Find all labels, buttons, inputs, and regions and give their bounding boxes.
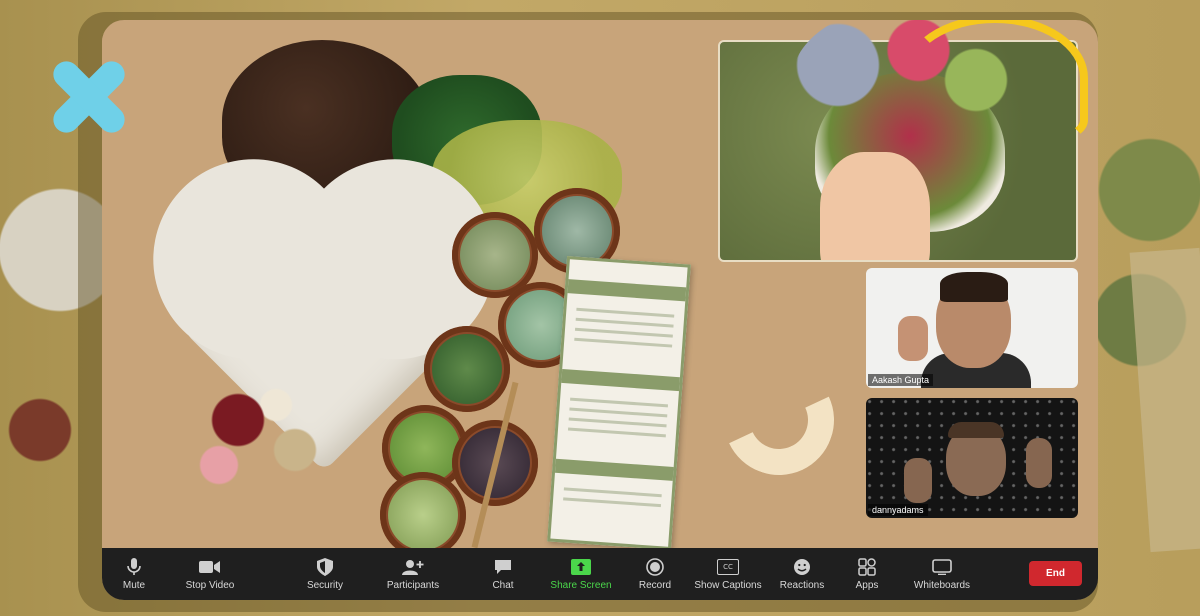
- cream-arc-decoration: [708, 349, 850, 491]
- meeting-toolbar: Mute Stop Video Security Participants Ch…: [102, 548, 1098, 600]
- show-captions-label: Show Captions: [694, 580, 762, 591]
- share-screen-icon: [571, 557, 591, 577]
- participant-name: dannyadams: [868, 504, 928, 516]
- apps-button[interactable]: Apps: [852, 548, 882, 600]
- succulent-pot: [380, 472, 466, 558]
- reactions-button[interactable]: Reactions: [780, 548, 824, 600]
- whiteboard-icon: [932, 557, 952, 577]
- mute-label: Mute: [122, 580, 146, 591]
- chat-bubble-icon: [494, 557, 512, 577]
- reactions-label: Reactions: [779, 580, 825, 591]
- mute-button[interactable]: Mute: [116, 548, 152, 600]
- whiteboards-label: Whiteboards: [913, 580, 971, 591]
- apps-label: Apps: [855, 580, 879, 591]
- share-screen-label: Share Screen: [550, 580, 612, 591]
- dried-flower-bouquet: [162, 360, 352, 510]
- shield-icon: [317, 557, 333, 577]
- participant-video-tile[interactable]: Aakash Gupta: [866, 268, 1078, 388]
- captions-icon: CC: [717, 557, 739, 577]
- participants-icon: [402, 557, 424, 577]
- record-label: Record: [638, 580, 672, 591]
- security-label: Security: [306, 580, 344, 591]
- participants-button[interactable]: Participants: [384, 548, 442, 600]
- stop-video-button[interactable]: Stop Video: [182, 548, 238, 600]
- stop-video-label: Stop Video: [185, 580, 235, 591]
- yellow-outline-decoration: [902, 20, 1088, 141]
- blue-x-decoration: [44, 52, 134, 142]
- reactions-icon: [793, 557, 811, 577]
- chat-label: Chat: [492, 580, 514, 591]
- end-meeting-button[interactable]: End: [1029, 561, 1082, 586]
- security-button[interactable]: Security: [304, 548, 346, 600]
- participant-video-tile[interactable]: dannyadams: [866, 398, 1078, 518]
- whiteboards-button[interactable]: Whiteboards: [910, 548, 974, 600]
- apps-icon: [858, 557, 876, 577]
- succulent-pot: [424, 326, 510, 412]
- shared-scene: Aakash Gupta dannyadams: [102, 20, 1098, 558]
- meeting-window: Aakash Gupta dannyadams Mute Stop Video: [102, 20, 1098, 600]
- show-captions-button[interactable]: CC Show Captions: [694, 548, 762, 600]
- record-icon: [646, 557, 664, 577]
- participants-label: Participants: [386, 580, 440, 591]
- chat-button[interactable]: Chat: [488, 548, 518, 600]
- participant-name: Aakash Gupta: [868, 374, 934, 386]
- microphone-icon: [127, 557, 141, 577]
- brochure: [547, 256, 691, 550]
- video-camera-icon: [199, 557, 221, 577]
- share-screen-button[interactable]: Share Screen: [548, 548, 614, 600]
- record-button[interactable]: Record: [638, 548, 672, 600]
